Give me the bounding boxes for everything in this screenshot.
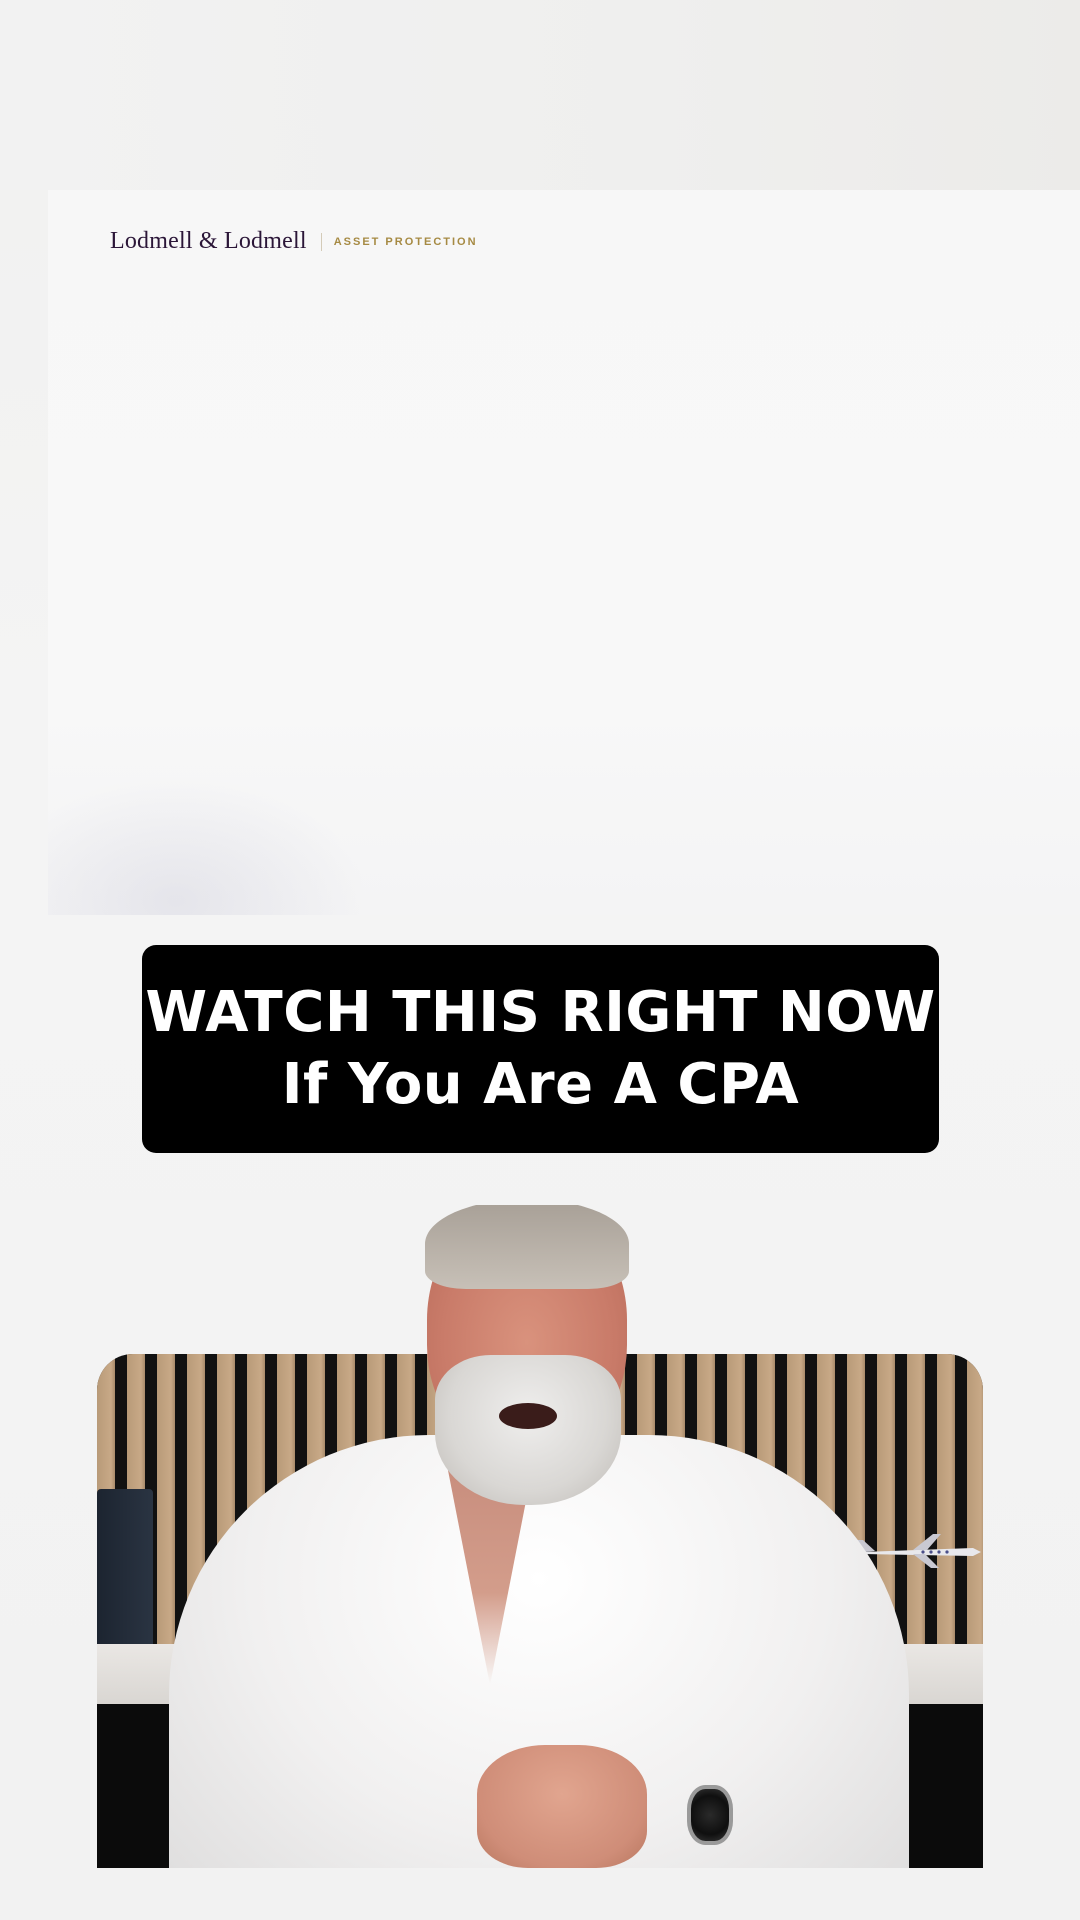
screen: Lodmell & Lodmell ASSET PROTECTION WATCH…: [0, 0, 1080, 1920]
clasped-hands: [477, 1745, 647, 1868]
brand-tagline: ASSET PROTECTION: [333, 235, 478, 248]
caption-banner: WATCH THIS RIGHT NOW If You Are A CPA: [142, 945, 939, 1153]
website-preview: [48, 190, 1080, 915]
presenter-beard: [435, 1355, 621, 1505]
wristwatch-icon: [687, 1785, 733, 1845]
top-band: [0, 0, 1080, 190]
presenter: [97, 1205, 983, 1868]
caption-line-1: WATCH THIS RIGHT NOW: [145, 980, 936, 1045]
site-header: Lodmell & Lodmell ASSET PROTECTION: [110, 228, 478, 255]
presenter-mouth: [499, 1403, 557, 1429]
caption-line-2: If You Are A CPA: [281, 1052, 800, 1117]
brand-logo-text[interactable]: Lodmell & Lodmell: [110, 228, 307, 255]
presenter-hair: [425, 1205, 629, 1289]
brand-divider: [320, 232, 322, 251]
